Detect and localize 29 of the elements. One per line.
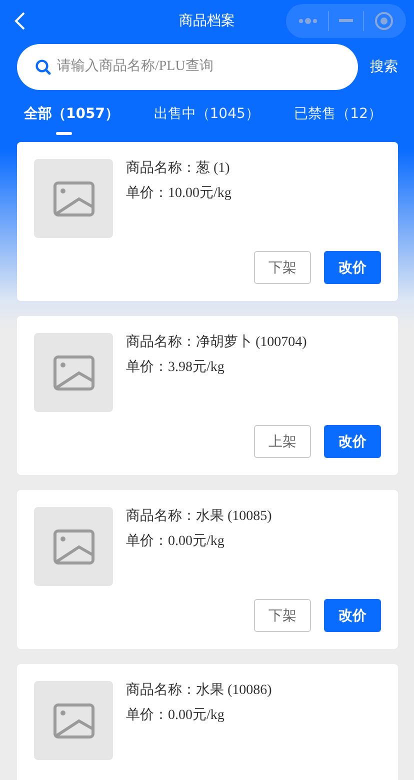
capsule-menu[interactable] [286,4,406,38]
minimize-icon[interactable] [339,19,353,23]
image-icon [52,180,94,216]
product-price: 单价：3.98元/kg [126,358,226,376]
product-name: 商品名称：葱 (1) [126,159,231,177]
reprice-button[interactable]: 改价 [324,599,381,632]
product-price: 单价：0.00元/kg [126,706,226,724]
shelf-button[interactable]: 下架 [254,251,311,284]
reprice-button[interactable]: 改价 [324,425,381,458]
back-icon[interactable] [14,11,26,31]
shelf-button[interactable]: 上架 [254,425,311,458]
search-button[interactable]: 搜索 [370,58,398,76]
more-icon[interactable] [298,17,318,25]
product-price: 单价：10.00元/kg [126,184,232,202]
search-field[interactable]: 请输入商品名称/PLU查询 [17,44,358,90]
product-name: 商品名称：净胡萝卜 (100704) [126,333,307,351]
image-icon [52,702,94,738]
image-icon [52,528,94,564]
shelf-button[interactable]: 下架 [254,599,311,632]
filter-tab[interactable]: 全部（1057） [24,104,119,136]
reprice-button[interactable]: 改价 [324,251,381,284]
product-name: 商品名称：水果 (10086) [126,681,272,699]
product-price: 单价：0.00元/kg [126,532,226,550]
filter-tab[interactable]: 已禁售（12） [294,104,382,136]
filter-tab[interactable]: 出售中（1045） [154,104,260,136]
page-title: 商品档案 [179,12,235,30]
close-icon[interactable] [374,11,394,31]
product-name: 商品名称：水果 (10085) [126,507,272,525]
image-icon [52,354,94,390]
